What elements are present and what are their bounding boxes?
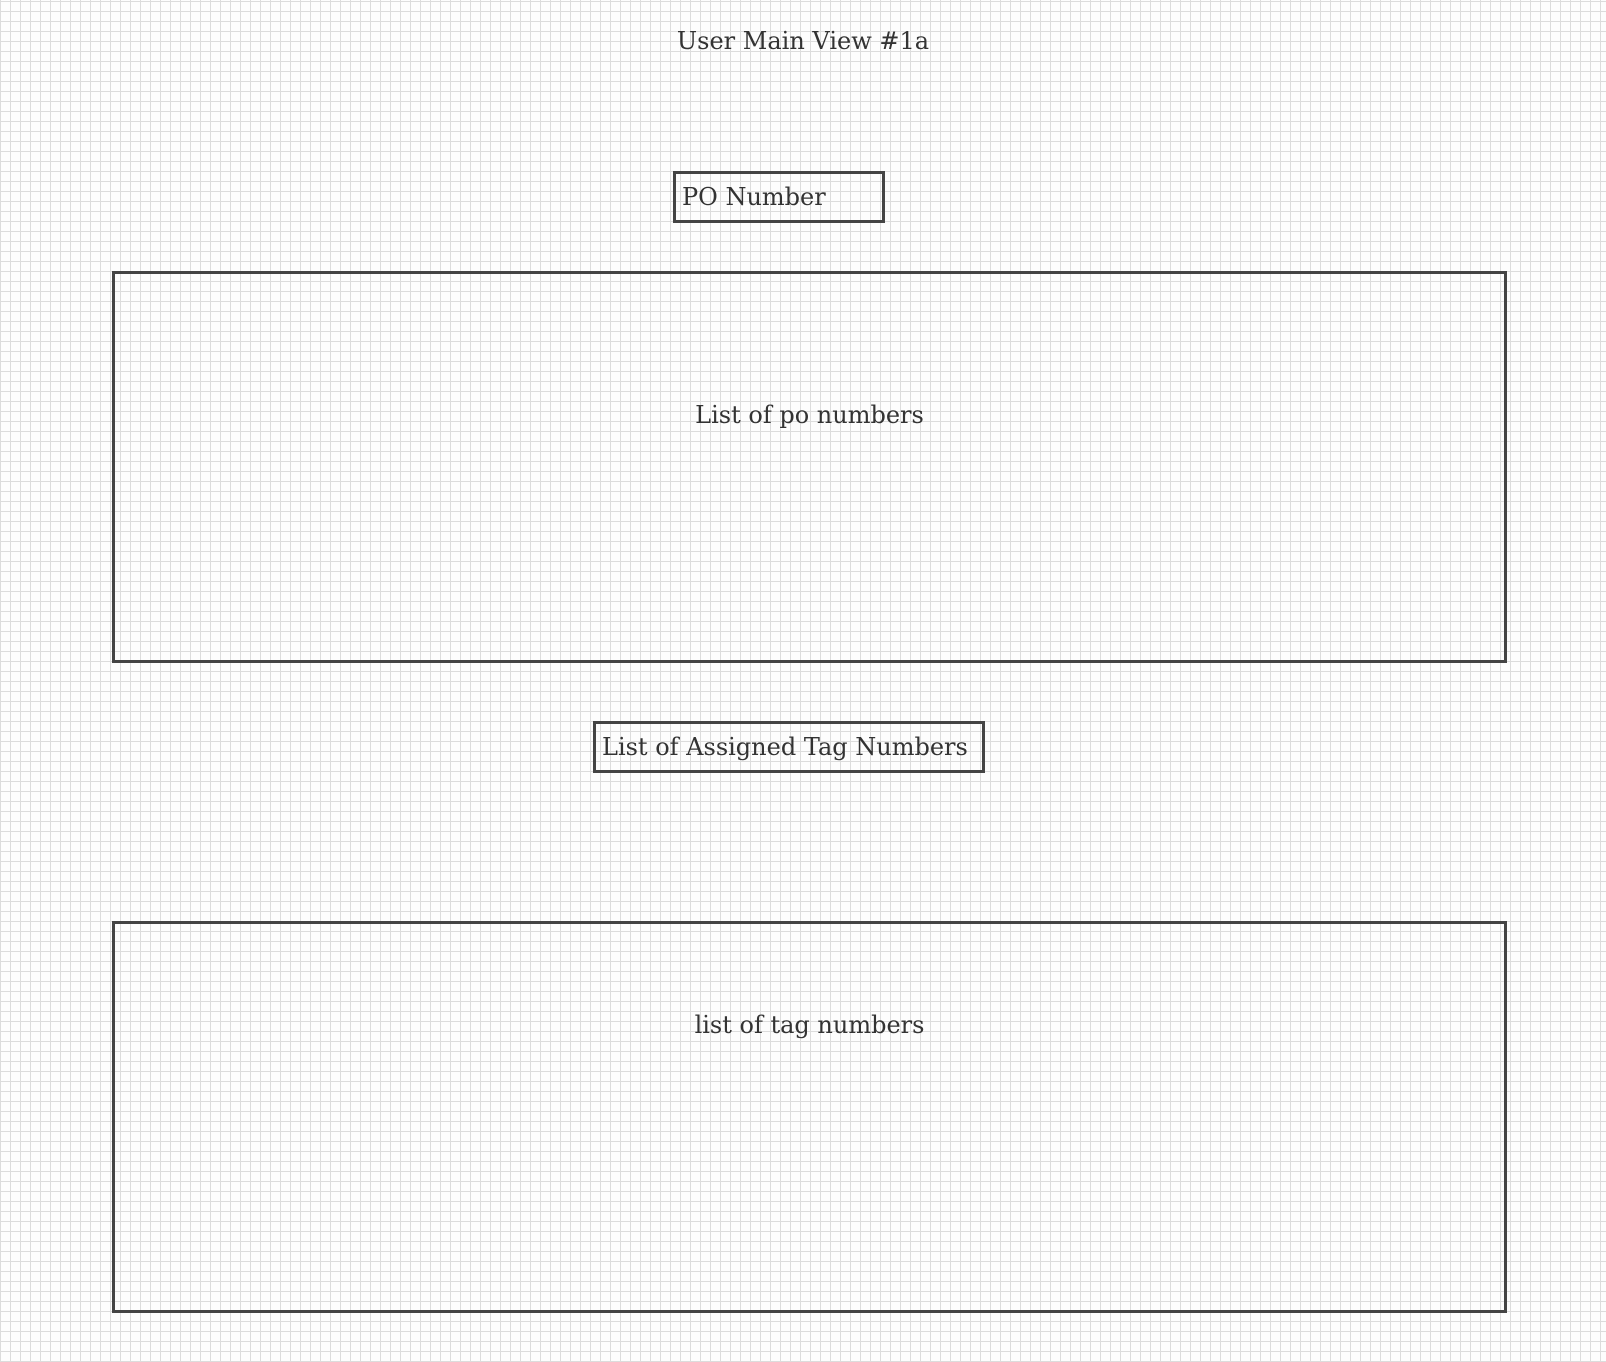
assigned-tag-numbers-heading-box: List of Assigned Tag Numbers	[593, 721, 985, 773]
po-numbers-list-label: List of po numbers	[695, 401, 924, 429]
tag-numbers-list-label: list of tag numbers	[694, 1011, 925, 1039]
po-number-label: PO Number	[682, 183, 826, 211]
assigned-tag-numbers-heading: List of Assigned Tag Numbers	[602, 733, 968, 761]
grid-canvas: User Main View #1a PO Number List of po …	[0, 0, 1606, 1362]
po-numbers-list[interactable]: List of po numbers	[112, 271, 1507, 663]
po-number-box[interactable]: PO Number	[673, 171, 885, 223]
page-title: User Main View #1a	[676, 27, 930, 55]
tag-numbers-list[interactable]: list of tag numbers	[112, 921, 1507, 1313]
